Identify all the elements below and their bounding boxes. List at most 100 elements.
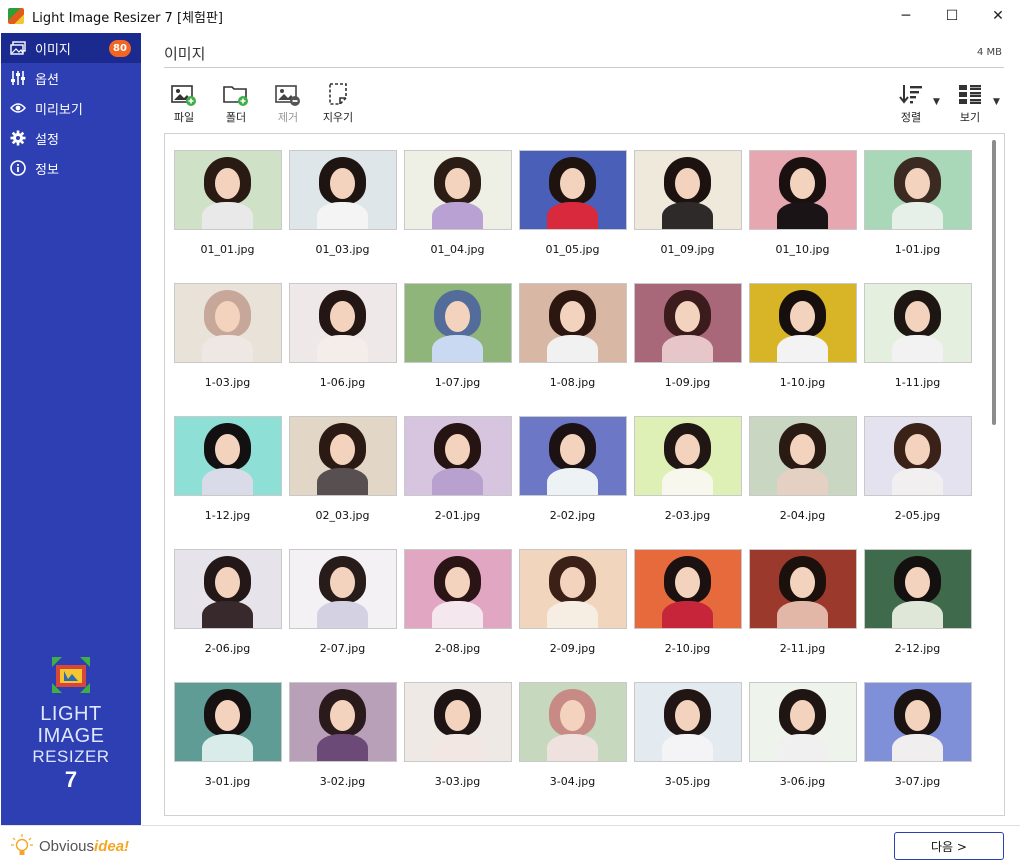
image-thumbnail-item[interactable]: 01_09.jpg [630,150,745,283]
image-thumbnail-item[interactable]: 1-12.jpg [170,416,285,549]
thumbnail-image[interactable] [173,549,282,629]
view-label: 보기 [959,111,981,124]
view-icon [957,83,983,107]
image-thumbnail-item[interactable]: 1-10.jpg [745,283,860,416]
image-thumbnail-item[interactable]: 2-04.jpg [745,416,860,549]
minimize-button[interactable]: ─ [883,0,929,32]
thumbnail-image[interactable] [633,416,742,496]
thumbnail-image[interactable] [288,549,397,629]
logo-text-image: IMAGE [37,725,105,747]
portrait-body [317,335,368,362]
thumbnail-image[interactable] [863,150,972,230]
sidebar-item-info[interactable]: 정보 [1,153,141,183]
image-thumbnail-item[interactable]: 2-09.jpg [515,549,630,682]
thumbnail-image[interactable] [518,416,627,496]
thumbnail-image[interactable] [633,150,742,230]
total-size: 4 MB [976,47,1002,58]
sort-dropdown-icon[interactable]: ▼ [933,97,940,107]
thumbnail-image[interactable] [173,150,282,230]
image-thumbnail-item[interactable]: 1-06.jpg [285,283,400,416]
scrollbar-thumb[interactable] [992,140,996,425]
thumbnail-image[interactable] [748,416,857,496]
thumbnail-image[interactable] [748,283,857,363]
sidebar-item-preview[interactable]: 미리보기 [1,93,141,123]
image-thumbnail-item[interactable]: 1-01.jpg [860,150,975,283]
image-thumbnail-item[interactable]: 1-07.jpg [400,283,515,416]
image-thumbnail-item[interactable]: 1-08.jpg [515,283,630,416]
image-thumbnail-item[interactable]: 2-08.jpg [400,549,515,682]
image-thumbnail-item[interactable]: 01_04.jpg [400,150,515,283]
thumbnail-image[interactable] [748,682,857,762]
image-thumbnail-item[interactable]: 01_03.jpg [285,150,400,283]
image-thumbnail-item[interactable]: 01_01.jpg [170,150,285,283]
image-thumbnail-item[interactable]: 2-07.jpg [285,549,400,682]
view-button[interactable]: 보기 [948,83,992,125]
image-thumbnail-item[interactable]: 2-10.jpg [630,549,745,682]
image-thumbnail-item[interactable]: 3-02.jpg [285,682,400,815]
thumbnail-image[interactable] [633,283,742,363]
add-file-button[interactable]: 파일 [162,83,206,125]
thumbnail-image[interactable] [863,416,972,496]
thumbnail-image[interactable] [518,682,627,762]
image-thumbnail-item[interactable]: 3-07.jpg [860,682,975,815]
image-thumbnail-item[interactable]: 01_05.jpg [515,150,630,283]
thumbnail-image[interactable] [863,549,972,629]
image-thumbnail-item[interactable]: 1-11.jpg [860,283,975,416]
image-thumbnail-item[interactable]: 2-01.jpg [400,416,515,549]
image-thumbnail-item[interactable]: 3-04.jpg [515,682,630,815]
thumbnail-image[interactable] [633,549,742,629]
image-thumbnail-item[interactable]: 2-05.jpg [860,416,975,549]
thumbnail-image[interactable] [518,549,627,629]
image-thumbnail-item[interactable]: 1-09.jpg [630,283,745,416]
image-thumbnail-item[interactable]: 3-05.jpg [630,682,745,815]
next-button[interactable]: 다음 > [894,832,1004,860]
brand-bar[interactable]: Obvious idea! [1,825,141,866]
image-thumbnail-item[interactable]: 1-03.jpg [170,283,285,416]
sidebar-item-settings[interactable]: 설정 [1,123,141,153]
thumbnail-image[interactable] [403,283,512,363]
thumbnail-image[interactable] [633,682,742,762]
image-thumbnail-item[interactable]: 3-06.jpg [745,682,860,815]
image-thumbnail-item[interactable]: 2-11.jpg [745,549,860,682]
view-dropdown-icon[interactable]: ▼ [993,97,1000,107]
thumbnail-image[interactable] [518,283,627,363]
image-thumbnail-item[interactable]: 2-02.jpg [515,416,630,549]
image-thumbnail-item[interactable]: 01_10.jpg [745,150,860,283]
thumbnail-image[interactable] [403,150,512,230]
thumbnail-image[interactable] [403,682,512,762]
sidebar-item-options[interactable]: 옵션 [1,63,141,93]
thumbnail-image[interactable] [863,682,972,762]
add-folder-button[interactable]: 폴더 [214,83,258,125]
thumbnail-image[interactable] [518,150,627,230]
thumbnail-image[interactable] [863,283,972,363]
image-thumbnail-item[interactable]: 3-03.jpg [400,682,515,815]
close-button[interactable]: ✕ [975,0,1021,32]
portrait-body [317,601,368,628]
remove-button[interactable]: 제거 [266,83,310,125]
thumbnail-image[interactable] [748,150,857,230]
maximize-button[interactable]: ☐ [929,0,975,32]
thumbnail-image[interactable] [173,416,282,496]
thumbnail-image[interactable] [403,549,512,629]
image-thumbnail-item[interactable]: 2-03.jpg [630,416,745,549]
image-thumbnail-item[interactable]: 3-01.jpg [170,682,285,815]
thumbnail-image[interactable] [288,150,397,230]
thumbnail-image[interactable] [173,682,282,762]
thumbnail-image[interactable] [288,416,397,496]
clear-button[interactable]: 지우기 [316,83,360,125]
portrait-body [202,335,253,362]
thumbnail-image[interactable] [748,549,857,629]
sort-button[interactable]: 정렬 [889,83,933,125]
brand-name-part2: idea! [94,837,130,855]
vertical-scrollbar[interactable] [992,140,996,805]
thumbnail-image[interactable] [403,416,512,496]
add-image-icon [171,83,197,107]
image-thumbnail-item[interactable]: 2-12.jpg [860,549,975,682]
thumbnail-image[interactable] [173,283,282,363]
image-thumbnail-item[interactable]: 02_03.jpg [285,416,400,549]
sidebar-item-images[interactable]: 이미지 80 [1,33,141,63]
thumbnail-filename: 3-07.jpg [894,775,941,788]
thumbnail-image[interactable] [288,283,397,363]
thumbnail-image[interactable] [288,682,397,762]
image-thumbnail-item[interactable]: 2-06.jpg [170,549,285,682]
